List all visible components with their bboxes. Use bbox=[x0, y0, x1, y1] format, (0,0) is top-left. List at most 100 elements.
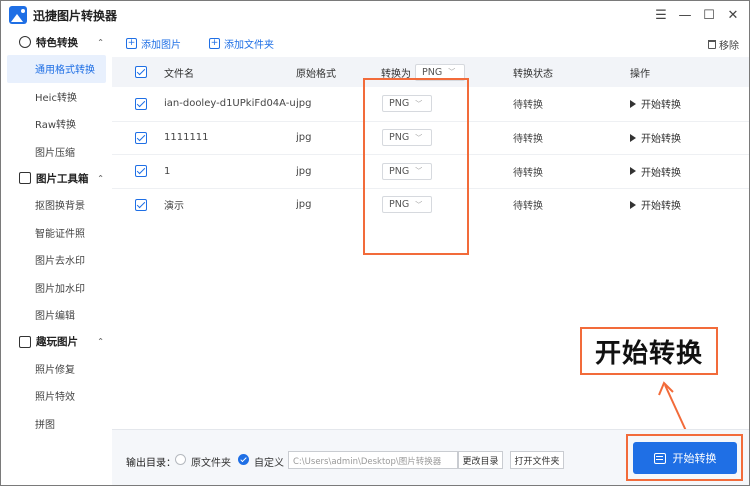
row-checkbox[interactable] bbox=[135, 97, 147, 110]
sidebar-group-special[interactable]: 特色转换 ⌃ bbox=[1, 29, 112, 55]
row-format-value: PNG bbox=[389, 132, 410, 144]
row-checkbox[interactable] bbox=[135, 165, 147, 178]
toolbar: + 添加图片 + 添加文件夹 移除 bbox=[112, 29, 749, 57]
table-row[interactable]: 1111111 jpg PNG ﹀ 待转换 开始转换 bbox=[112, 120, 749, 155]
sidebar-item-add-watermark[interactable]: 图片加水印 bbox=[1, 274, 112, 302]
header-format: 原始格式 bbox=[296, 68, 336, 80]
minimize-icon[interactable]: — bbox=[673, 3, 697, 27]
fun-image-icon bbox=[19, 335, 31, 348]
table-header: 文件名 原始格式 转换为 PNG ﹀ 转换状态 操作 bbox=[112, 57, 749, 87]
start-callout: 开始转换 bbox=[580, 327, 718, 375]
chevron-up-icon: ⌃ bbox=[97, 337, 104, 346]
table-row[interactable]: 演示 jpg PNG ﹀ 待转换 开始转换 bbox=[112, 187, 749, 222]
radio-original-label: 原文件夹 bbox=[191, 458, 231, 469]
row-checkbox[interactable] bbox=[135, 198, 147, 211]
chevron-down-icon: ﹀ bbox=[415, 99, 423, 108]
row-status: 待转换 bbox=[513, 167, 543, 179]
row-format-select[interactable]: PNG ﹀ bbox=[382, 196, 432, 214]
chevron-down-icon: ﹀ bbox=[415, 133, 423, 142]
sidebar-item-general-convert[interactable]: 通用格式转换 bbox=[7, 55, 106, 83]
plus-icon: + bbox=[209, 37, 220, 49]
chevron-down-icon: ﹀ bbox=[415, 200, 423, 209]
row-filename: 1111111 bbox=[164, 132, 209, 144]
app-title: 迅捷图片转换器 bbox=[33, 8, 118, 23]
table-row[interactable]: ian-dooley-d1UPkiFd04A-un... jpg PNG ﹀ 待… bbox=[112, 87, 749, 121]
row-start-button[interactable]: 开始转换 bbox=[630, 96, 681, 111]
row-format-select[interactable]: PNG ﹀ bbox=[382, 95, 432, 113]
row-start-button[interactable]: 开始转换 bbox=[630, 130, 681, 145]
sidebar-item-edit[interactable]: 图片编辑 bbox=[1, 301, 112, 329]
select-all-checkbox[interactable] bbox=[135, 66, 147, 78]
row-checkbox[interactable] bbox=[135, 131, 147, 144]
row-start-button[interactable]: 开始转换 bbox=[630, 197, 681, 212]
chevron-up-icon: ⌃ bbox=[97, 37, 104, 47]
header-status: 转换状态 bbox=[513, 68, 553, 80]
open-folder-button[interactable]: 打开文件夹 bbox=[510, 451, 564, 469]
special-convert-icon bbox=[19, 36, 31, 48]
table-row[interactable]: 1 jpg PNG ﹀ 待转换 开始转换 bbox=[112, 154, 749, 188]
start-convert-button[interactable]: 开始转换 bbox=[633, 442, 737, 474]
close-icon[interactable]: ✕ bbox=[721, 3, 745, 27]
row-status: 待转换 bbox=[513, 201, 543, 213]
row-format: jpg bbox=[296, 132, 312, 144]
sidebar-group-label: 图片工具箱 bbox=[36, 172, 89, 185]
row-format-select[interactable]: PNG ﹀ bbox=[382, 129, 432, 147]
radio-custom-folder[interactable] bbox=[238, 454, 249, 465]
add-folder-button[interactable]: + 添加文件夹 bbox=[209, 36, 274, 51]
row-start-button[interactable]: 开始转换 bbox=[630, 164, 681, 179]
play-icon bbox=[630, 99, 636, 108]
header-convert-label: 转换为 bbox=[381, 68, 411, 80]
sidebar-group-label: 趣玩图片 bbox=[36, 336, 78, 348]
play-icon bbox=[630, 200, 636, 209]
row-start-label: 开始转换 bbox=[641, 201, 681, 213]
trash-icon bbox=[708, 40, 716, 49]
sidebar-item-collage[interactable]: 拼图 bbox=[1, 410, 112, 438]
sidebar-item-cutout[interactable]: 抠图换背景 bbox=[1, 191, 112, 219]
sidebar-item-photo-repair[interactable]: 照片修复 bbox=[1, 355, 112, 383]
row-status: 待转换 bbox=[513, 100, 543, 112]
sidebar-item-heic[interactable]: Heic转换 bbox=[1, 83, 112, 111]
row-format: jpg bbox=[296, 98, 312, 110]
plus-icon: + bbox=[126, 37, 137, 49]
callout-text: 开始转换 bbox=[594, 338, 703, 369]
row-format: jpg bbox=[296, 199, 312, 211]
header-action: 操作 bbox=[630, 68, 650, 80]
radio-original-folder[interactable] bbox=[175, 454, 186, 465]
sidebar-group-toolbox[interactable]: 图片工具箱 ⌃ bbox=[1, 165, 112, 191]
sidebar: 特色转换 ⌃ 通用格式转换 Heic转换 Raw转换 图片压缩 图片工具箱 ⌃ … bbox=[1, 29, 112, 485]
row-start-label: 开始转换 bbox=[641, 167, 681, 179]
output-path-input[interactable]: C:\Users\admin\Desktop\图片转换器 bbox=[288, 451, 458, 469]
row-filename: 1 bbox=[164, 165, 171, 177]
maximize-icon[interactable]: ☐ bbox=[697, 3, 721, 27]
change-dir-button[interactable]: 更改目录 bbox=[458, 451, 503, 469]
output-dir-label: 输出目录： bbox=[126, 458, 176, 469]
toolbox-icon bbox=[19, 172, 31, 184]
sidebar-group-label: 特色转换 bbox=[36, 36, 78, 49]
row-status: 待转换 bbox=[513, 134, 543, 146]
remove-button[interactable]: 移除 bbox=[708, 37, 739, 52]
sidebar-group-fun[interactable]: 趣玩图片 ⌃ bbox=[1, 329, 112, 355]
sidebar-item-remove-watermark[interactable]: 图片去水印 bbox=[1, 246, 112, 274]
menu-icon[interactable]: ☰ bbox=[649, 3, 673, 27]
chevron-down-icon: ﹀ bbox=[448, 68, 456, 76]
row-start-label: 开始转换 bbox=[641, 100, 681, 112]
sidebar-item-compress[interactable]: 图片压缩 bbox=[1, 138, 112, 166]
row-format-select[interactable]: PNG ﹀ bbox=[382, 162, 432, 180]
row-format-value: PNG bbox=[389, 98, 410, 110]
radio-custom-label: 自定义 bbox=[254, 458, 284, 469]
add-image-button[interactable]: + 添加图片 bbox=[126, 36, 181, 51]
convert-icon bbox=[653, 452, 666, 464]
add-image-label: 添加图片 bbox=[141, 39, 181, 51]
play-icon bbox=[630, 167, 636, 176]
callout-arrow-icon bbox=[658, 381, 688, 434]
add-folder-label: 添加文件夹 bbox=[224, 39, 274, 51]
header-name: 文件名 bbox=[164, 68, 194, 80]
app-window: 迅捷图片转换器 ☰ — ☐ ✕ 特色转换 ⌃ 通用格式转换 Heic转换 Raw… bbox=[0, 0, 750, 486]
sidebar-item-id-photo[interactable]: 智能证件照 bbox=[1, 219, 112, 247]
app-logo-icon bbox=[9, 6, 27, 24]
row-format: jpg bbox=[296, 165, 312, 177]
chevron-up-icon: ⌃ bbox=[97, 173, 104, 183]
batch-format-select[interactable]: PNG ﹀ bbox=[415, 63, 465, 81]
sidebar-item-raw[interactable]: Raw转换 bbox=[1, 110, 112, 138]
sidebar-item-photo-effects[interactable]: 照片特效 bbox=[1, 382, 112, 410]
